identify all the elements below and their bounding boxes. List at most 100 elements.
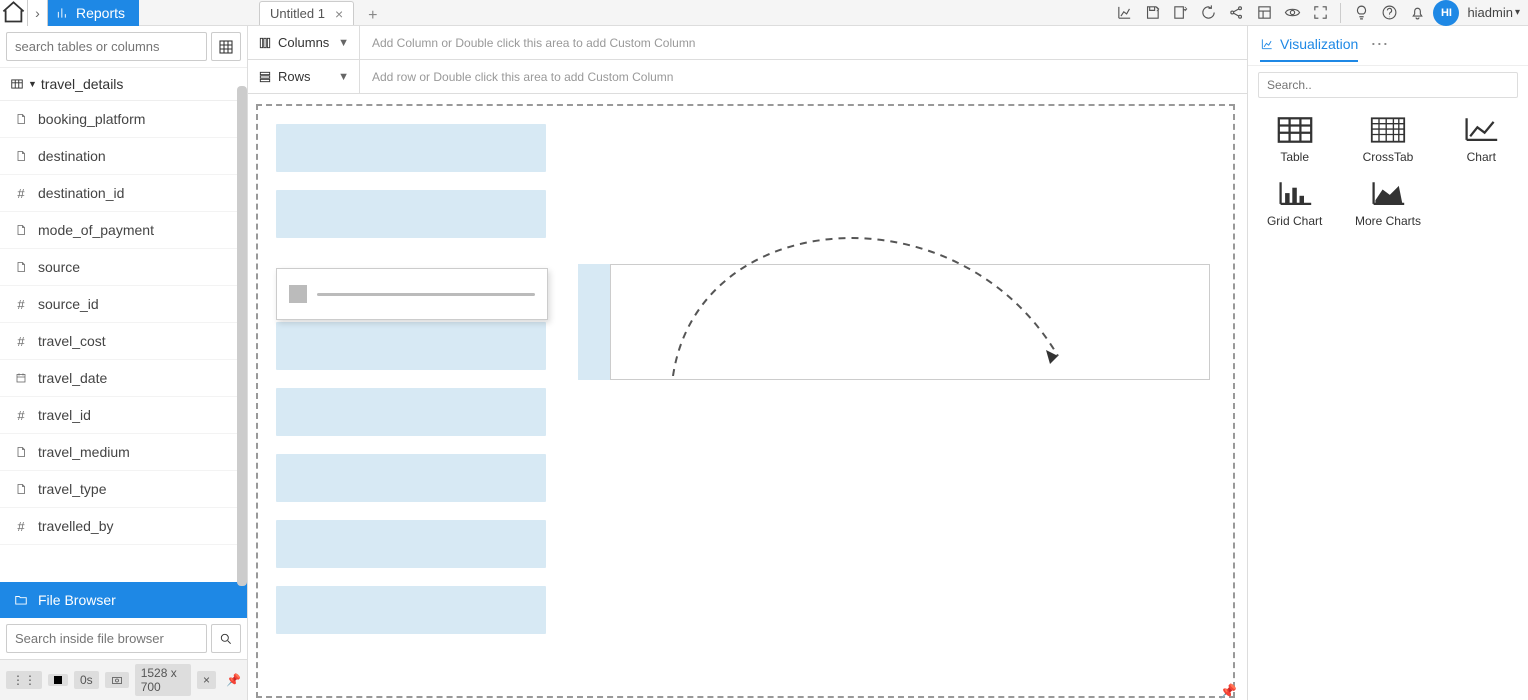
help-icon[interactable] xyxy=(1377,1,1401,25)
chevron-down-icon: ▼ xyxy=(338,71,349,83)
placeholder-block xyxy=(276,520,546,568)
viz-search-input[interactable] xyxy=(1258,72,1518,98)
rows-shelf-label[interactable]: Rows ▼ xyxy=(248,60,360,93)
fields-list: booking_platform destination # destination_… xyxy=(0,101,247,582)
file-browser-header[interactable]: File Browser xyxy=(0,582,247,618)
placeholder-block xyxy=(276,322,546,370)
file-browser-label: File Browser xyxy=(38,592,116,608)
placeholder-column xyxy=(276,124,546,652)
export-icon[interactable] xyxy=(1168,1,1192,25)
tab-visualization[interactable]: Visualization xyxy=(1260,36,1358,62)
chart-icon[interactable] xyxy=(1112,1,1136,25)
rows-shelf: Rows ▼ Add row or Double click this area… xyxy=(248,60,1247,94)
home-icon[interactable] xyxy=(0,0,28,26)
placeholder-block xyxy=(276,190,546,238)
add-tab-button[interactable]: + xyxy=(362,7,383,25)
right-panel: Visualization ⋯ Table CrossTab Chart Gri… xyxy=(1248,26,1528,700)
status-dimensions: 1528 x 700 xyxy=(135,664,191,696)
field-label: source_id xyxy=(38,296,99,312)
document-tabs: Untitled 1 × + xyxy=(259,0,1112,25)
columns-shelf-label[interactable]: Columns ▼ xyxy=(248,26,360,59)
top-bar: › Reports Untitled 1 × + HI hiadmin▾ xyxy=(0,0,1528,26)
field-label: destination xyxy=(38,148,106,164)
drag-card-icon xyxy=(289,285,307,303)
field-source[interactable]: source xyxy=(0,249,247,286)
tab-label: Untitled 1 xyxy=(270,6,325,21)
preview-icon[interactable] xyxy=(1280,1,1304,25)
placeholder-block xyxy=(276,454,546,502)
share-icon[interactable] xyxy=(1224,1,1248,25)
field-travel_cost[interactable]: #travel_cost xyxy=(0,323,247,360)
tab-untitled[interactable]: Untitled 1 × xyxy=(259,1,354,25)
close-status-icon[interactable]: × xyxy=(197,671,216,689)
file-icon xyxy=(14,113,28,125)
bell-icon[interactable] xyxy=(1405,1,1429,25)
fullscreen-icon[interactable] xyxy=(1308,1,1332,25)
field-label: booking_platform xyxy=(38,111,145,127)
user-name[interactable]: hiadmin▾ xyxy=(1467,5,1520,20)
viz-item-table[interactable]: Table xyxy=(1248,108,1341,172)
field-travelled_by[interactable]: # travelled_by xyxy=(0,508,247,545)
chevron-down-icon: ▼ xyxy=(338,37,349,49)
hash-icon: # xyxy=(14,519,28,534)
left-sidebar: ▼ travel_details booking_platformdestina… xyxy=(0,26,248,700)
field-mode_of_payment[interactable]: mode_of_payment xyxy=(0,212,247,249)
grid-toggle-button[interactable] xyxy=(211,32,241,61)
columns-shelf-hint[interactable]: Add Column or Double click this area to … xyxy=(360,36,1247,50)
field-travel_id[interactable]: #travel_id xyxy=(0,397,247,434)
field-label: destination_id xyxy=(38,185,124,201)
record-icon[interactable] xyxy=(48,674,68,686)
hash-icon: # xyxy=(14,186,28,201)
breadcrumb-reports-label: Reports xyxy=(76,5,125,21)
field-destination[interactable]: destination xyxy=(0,138,247,175)
drag-handle-icon[interactable]: ⋮⋮ xyxy=(6,671,42,689)
pin-icon[interactable]: 📌 xyxy=(226,673,241,687)
viz-item-gridchart[interactable]: Grid Chart xyxy=(1248,172,1341,236)
visualization-grid: Table CrossTab Chart Grid Chart More Cha… xyxy=(1248,104,1528,240)
rows-shelf-hint[interactable]: Add row or Double click this area to add… xyxy=(360,70,1247,84)
field-booking_platform[interactable]: booking_platform xyxy=(0,101,247,138)
lightbulb-icon[interactable] xyxy=(1349,1,1373,25)
status-bar: ⋮⋮ 0s 1528 x 700 × 📌 xyxy=(0,659,247,700)
table-header[interactable]: ▼ travel_details xyxy=(0,68,247,101)
save-icon[interactable] xyxy=(1140,1,1164,25)
breadcrumb: › Reports xyxy=(0,0,139,25)
placeholder-strip xyxy=(578,264,610,380)
design-canvas[interactable]: 📌 xyxy=(256,104,1235,698)
viz-item-crosstab[interactable]: CrossTab xyxy=(1341,108,1434,172)
status-time: 0s xyxy=(74,671,99,689)
chevron-right-icon: › xyxy=(28,0,48,26)
file-icon xyxy=(14,446,28,458)
field-travel_medium[interactable]: travel_medium xyxy=(0,434,247,471)
camera-icon[interactable] xyxy=(105,672,129,688)
field-label: travel_id xyxy=(38,407,91,423)
more-options-icon[interactable]: ⋯ xyxy=(1370,34,1388,63)
caret-down-icon: ▼ xyxy=(28,79,37,89)
field-label: travel_type xyxy=(38,481,106,497)
pin-icon[interactable]: 📌 xyxy=(1220,683,1237,700)
file-icon xyxy=(14,483,28,495)
close-icon[interactable]: × xyxy=(335,6,343,22)
viz-item-morecharts[interactable]: More Charts xyxy=(1341,172,1434,236)
hash-icon: # xyxy=(14,297,28,312)
avatar[interactable]: HI xyxy=(1433,0,1459,26)
file-search-input[interactable] xyxy=(6,624,207,653)
field-destination_id[interactable]: # destination_id xyxy=(0,175,247,212)
field-travel_type[interactable]: travel_type xyxy=(0,471,247,508)
search-input[interactable] xyxy=(6,32,207,61)
layout-icon[interactable] xyxy=(1252,1,1276,25)
field-source_id[interactable]: # source_id xyxy=(0,286,247,323)
drag-card[interactable] xyxy=(276,268,548,320)
scrollbar[interactable] xyxy=(237,86,247,586)
placeholder-dropzone[interactable] xyxy=(610,264,1210,380)
divider xyxy=(1340,3,1341,23)
placeholder-block xyxy=(276,586,546,634)
search-button[interactable] xyxy=(211,624,241,653)
breadcrumb-reports[interactable]: Reports xyxy=(48,0,139,26)
viz-item-chart[interactable]: Chart xyxy=(1435,108,1528,172)
placeholder-block xyxy=(276,124,546,172)
toolbar-actions: HI hiadmin▾ xyxy=(1112,0,1528,25)
field-travel_date[interactable]: travel_date xyxy=(0,360,247,397)
refresh-icon[interactable] xyxy=(1196,1,1220,25)
field-label: travelled_by xyxy=(38,518,114,534)
